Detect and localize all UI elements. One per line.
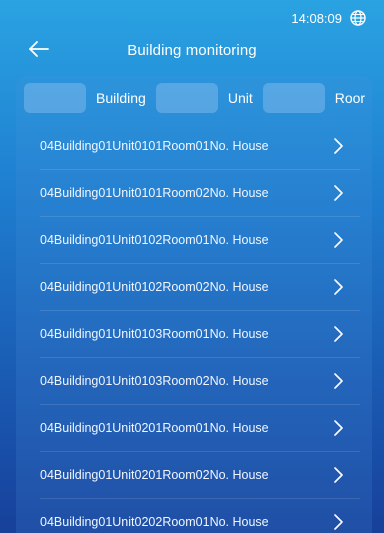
list-item[interactable]: 04Building01Unit0103Room02No. House — [40, 358, 360, 405]
status-bar: 14:08:09 — [0, 0, 384, 36]
chevron-right-icon — [334, 420, 343, 436]
room-select[interactable] — [262, 83, 325, 113]
list-item[interactable]: 04Building01Unit0201Room02No. House — [40, 452, 360, 499]
list-item-label: 04Building01Unit0103Room02No. House — [40, 374, 269, 388]
list-item-label: 04Building01Unit0201Room01No. House — [40, 421, 269, 435]
room-label: Roor — [334, 90, 366, 106]
chevron-right-icon — [334, 185, 343, 201]
list-item[interactable]: 04Building01Unit0101Room02No. House — [40, 170, 360, 217]
list-item[interactable]: 04Building01Unit0103Room01No. House — [40, 311, 360, 358]
chevron-right-icon — [334, 514, 343, 530]
list-item-label: 04Building01Unit0101Room02No. House — [40, 186, 269, 200]
filter-bar: Building Unit Roor — [24, 82, 372, 114]
chevron-right-icon — [334, 232, 343, 248]
house-list: 04Building01Unit0101Room01No. House 04Bui… — [16, 123, 372, 533]
header: Building monitoring — [0, 35, 384, 65]
page-title: Building monitoring — [127, 41, 257, 59]
chevron-right-icon — [334, 326, 343, 342]
list-item[interactable]: 04Building01Unit0102Room01No. House — [40, 217, 360, 264]
list-item[interactable]: 04Building01Unit0201Room01No. House — [40, 405, 360, 452]
list-item-label: 04Building01Unit0201Room02No. House — [40, 468, 269, 482]
list-item[interactable]: 04Building01Unit0101Room01No. House — [40, 123, 360, 170]
list-item-label: 04Building01Unit0101Room01No. House — [40, 139, 269, 153]
list-item-label: 04Building01Unit0102Room02No. House — [40, 280, 269, 294]
list-item-label: 04Building01Unit0103Room01No. House — [40, 327, 269, 341]
chevron-right-icon — [334, 373, 343, 389]
back-arrow-icon[interactable] — [28, 38, 50, 60]
status-time: 14:08:09 — [291, 10, 342, 26]
chevron-right-icon — [334, 279, 343, 295]
globe-icon — [350, 10, 366, 26]
building-select[interactable] — [24, 83, 86, 113]
chevron-right-icon — [334, 467, 343, 483]
unit-select[interactable] — [155, 83, 218, 113]
list-item[interactable]: 04Building01Unit0102Room02No. House — [40, 264, 360, 311]
list-item-label: 04Building01Unit0202Room01No. House — [40, 515, 269, 529]
unit-label: Unit — [227, 90, 253, 106]
list-item[interactable]: 04Building01Unit0202Room01No. House — [40, 499, 360, 533]
chevron-right-icon — [334, 138, 343, 154]
building-label: Building — [96, 90, 146, 106]
list-item-label: 04Building01Unit0102Room01No. House — [40, 233, 269, 247]
content-panel: Building Unit Roor 04Building01Unit0101R… — [16, 76, 372, 533]
